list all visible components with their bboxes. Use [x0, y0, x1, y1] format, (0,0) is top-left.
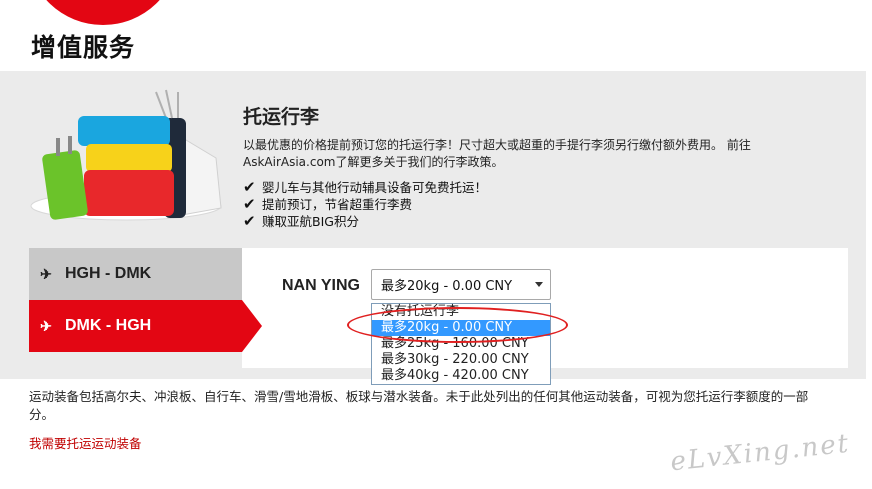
feature-list: ✔ 婴儿车与其他行动辅具设备可免费托运！ ✔ 提前预订，节省超重行李费 ✔ 赚取… [243, 179, 487, 230]
baggage-weight-select[interactable]: 最多20kg - 0.00 CNY [371, 269, 551, 300]
sports-equipment-link[interactable]: 我需要托运运动装备 [29, 433, 142, 452]
feature-item: ✔ 提前预订，节省超重行李费 [243, 196, 487, 213]
highlight-annotation [347, 307, 568, 343]
feature-text: 婴儿车与其他行动辅具设备可免费托运！ [262, 180, 488, 195]
flight-tab-hgh-dmk[interactable]: ✈ HGH - DMK [29, 248, 242, 300]
select-value: 最多20kg - 0.00 CNY [381, 279, 513, 294]
active-tab-arrow [242, 300, 262, 352]
feature-item: ✔ 婴儿车与其他行动辅具设备可免费托运！ [243, 179, 487, 196]
baggage-title: 托运行李 [243, 106, 320, 128]
flight-tab-label: DMK - HGH [65, 317, 152, 334]
baggage-description: 以最优惠的价格提前预订您的托运行李！尺寸超大或超重的手提行李须另行缴付额外费用。… [243, 138, 751, 169]
chevron-down-icon [535, 282, 543, 287]
passenger-name: NAN YING [282, 277, 360, 294]
sports-equipment-note: 运动装备包括高尔夫、冲浪板、自行车、滑雪/雪地滑板、板球与潜水装备。未于此处列出… [29, 389, 809, 422]
feature-text: 提前预订，节省超重行李费 [262, 197, 413, 212]
dropdown-option[interactable]: 最多40kg - 420.00 CNY [372, 368, 550, 384]
flight-tab-dmk-hgh[interactable]: ✈ DMK - HGH [29, 300, 242, 352]
plane-takeoff-icon: ✈ [40, 317, 52, 334]
feature-item: ✔ 赚取亚航BIG积分 [243, 213, 487, 230]
checkmark-icon: ✔ [243, 178, 256, 196]
luggage-illustration [30, 89, 222, 221]
checkmark-icon: ✔ [243, 195, 256, 213]
dropdown-option[interactable]: 最多30kg - 220.00 CNY [372, 352, 550, 368]
watermark: eLvXing.net [668, 428, 852, 478]
plane-takeoff-icon: ✈ [40, 265, 52, 282]
checkmark-icon: ✔ [243, 212, 256, 230]
flight-tab-label: HGH - DMK [65, 265, 152, 282]
brand-red-circle [28, 0, 178, 25]
feature-text: 赚取亚航BIG积分 [262, 214, 359, 229]
section-title: 增值服务 [31, 33, 136, 62]
